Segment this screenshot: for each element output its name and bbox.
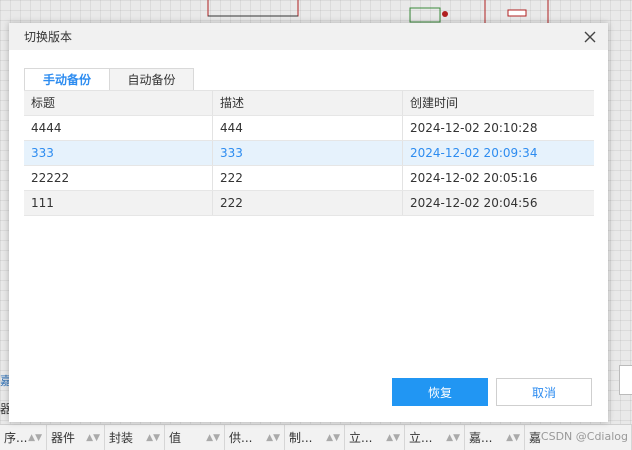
column-label: 序... bbox=[4, 431, 28, 445]
cell-description: 333 bbox=[213, 141, 403, 165]
switch-version-dialog: 切换版本 手动备份 自动备份 标题 描述 创建时间 4444 444 2024-… bbox=[9, 23, 608, 422]
column-header[interactable]: 立... ▲▼ bbox=[405, 425, 465, 450]
cell-description: 444 bbox=[213, 116, 403, 140]
backup-tabs: 手动备份 自动备份 bbox=[24, 68, 194, 90]
column-label: 立... bbox=[409, 431, 433, 445]
cell-description: 222 bbox=[213, 166, 403, 190]
cancel-button[interactable]: 取消 bbox=[496, 378, 592, 406]
column-label: 器件 bbox=[51, 431, 76, 445]
cell-title: 111 bbox=[24, 191, 213, 215]
column-header[interactable]: 嘉... ▲▼ bbox=[465, 425, 525, 450]
column-header[interactable]: 供... ▲▼ bbox=[225, 425, 285, 450]
table-row-selected[interactable]: 333 333 2024-12-02 20:09:34 bbox=[24, 141, 594, 166]
column-header-description[interactable]: 描述 bbox=[213, 91, 403, 115]
table-row[interactable]: 111 222 2024-12-02 20:04:56 bbox=[24, 191, 594, 216]
tab-auto-backup[interactable]: 自动备份 bbox=[109, 68, 194, 90]
sort-icon[interactable]: ▲▼ bbox=[446, 433, 460, 443]
close-icon[interactable] bbox=[582, 29, 598, 45]
cell-created-time: 2024-12-02 20:05:16 bbox=[410, 171, 538, 185]
background-panel-edge bbox=[619, 365, 632, 395]
column-label: 值 bbox=[169, 431, 182, 445]
watermark: CSDN @Cdialog bbox=[540, 430, 628, 443]
sort-icon[interactable]: ▲▼ bbox=[326, 433, 340, 443]
schematic-canvas-fragment bbox=[207, 0, 549, 24]
dialog-title: 切换版本 bbox=[24, 30, 73, 44]
sort-icon[interactable]: ▲▼ bbox=[28, 433, 42, 443]
column-header[interactable]: 封装 ▲▼ bbox=[105, 425, 165, 450]
sort-icon[interactable]: ▲▼ bbox=[386, 433, 400, 443]
column-header[interactable]: 立... ▲▼ bbox=[345, 425, 405, 450]
column-header[interactable]: 制... ▲▼ bbox=[285, 425, 345, 450]
tab-manual-backup[interactable]: 手动备份 bbox=[24, 68, 110, 90]
column-label: 嘉 bbox=[529, 431, 542, 445]
sort-icon[interactable]: ▲▼ bbox=[506, 433, 520, 443]
table-header-row: 标题 描述 创建时间 bbox=[24, 91, 594, 116]
column-header[interactable]: 器件 ▲▼ bbox=[47, 425, 105, 450]
cell-created-time: 2024-12-02 20:10:28 bbox=[410, 121, 538, 135]
sort-icon[interactable]: ▲▼ bbox=[266, 433, 280, 443]
cell-created-time: 2024-12-02 20:09:34 bbox=[410, 146, 538, 160]
background-column-header-bar: 序... ▲▼ 器件 ▲▼ 封装 ▲▼ 值 ▲▼ 供... ▲▼ 制... ▲▼ 立... ▲… bbox=[0, 424, 632, 450]
column-label: 供... bbox=[229, 431, 253, 445]
column-header-title[interactable]: 标题 bbox=[24, 91, 213, 115]
column-label: 立... bbox=[349, 431, 373, 445]
column-label: 制... bbox=[289, 431, 313, 445]
sort-icon[interactable]: ▲▼ bbox=[206, 433, 220, 443]
dialog-header: 切换版本 bbox=[9, 23, 608, 50]
column-label: 封装 bbox=[109, 431, 134, 445]
cell-description: 222 bbox=[213, 191, 403, 215]
column-header[interactable]: 序... ▲▼ bbox=[0, 425, 47, 450]
column-header-created-time[interactable]: 创建时间 bbox=[403, 91, 594, 115]
table-row[interactable]: 22222 222 2024-12-02 20:05:16 bbox=[24, 166, 594, 191]
cell-title: 4444 bbox=[24, 116, 213, 140]
column-header[interactable]: 值 ▲▼ bbox=[165, 425, 225, 450]
restore-button[interactable]: 恢复 bbox=[392, 378, 488, 406]
cell-title: 333 bbox=[24, 141, 213, 165]
cell-title: 22222 bbox=[24, 166, 213, 190]
sort-icon[interactable]: ▲▼ bbox=[86, 433, 100, 443]
cell-created-time: 2024-12-02 20:04:56 bbox=[410, 196, 538, 210]
column-label: 嘉... bbox=[469, 431, 493, 445]
version-table: 标题 描述 创建时间 4444 444 2024-12-02 20:10:28 … bbox=[24, 90, 594, 216]
sort-icon[interactable]: ▲▼ bbox=[146, 433, 160, 443]
table-row[interactable]: 4444 444 2024-12-02 20:10:28 bbox=[24, 116, 594, 141]
